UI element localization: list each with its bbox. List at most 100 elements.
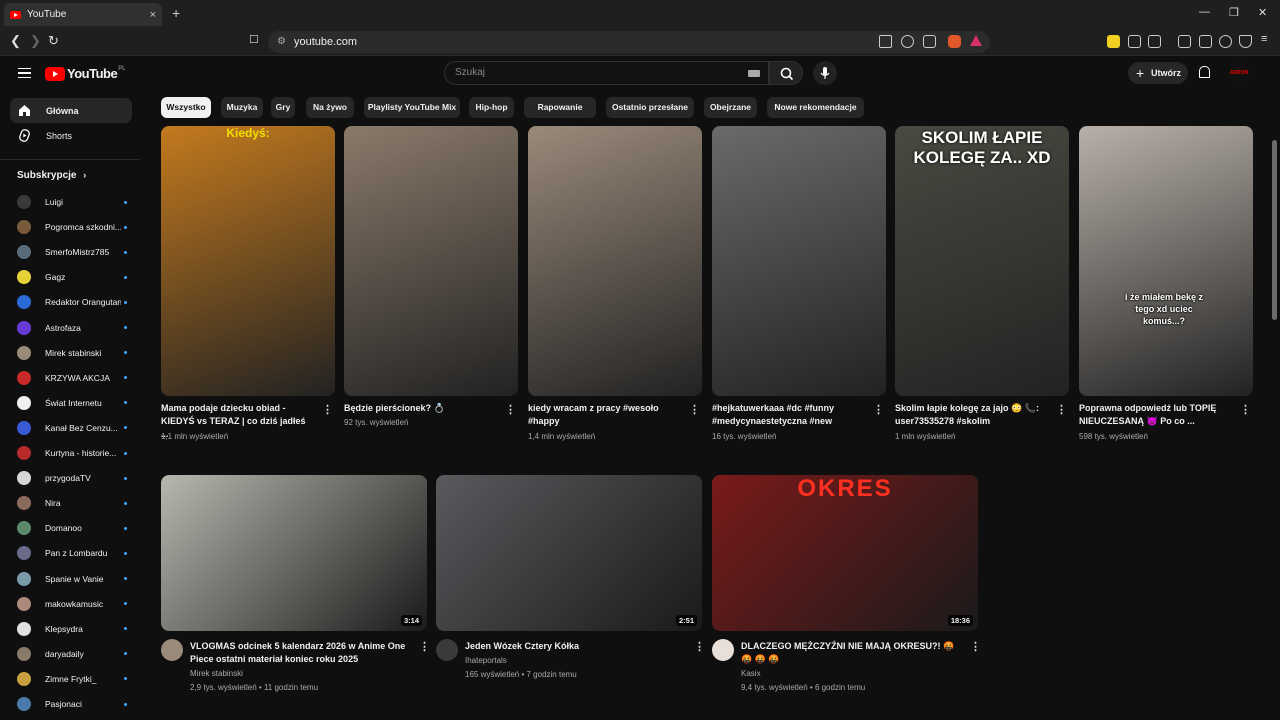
tab-close-icon[interactable]: ×: [150, 9, 156, 21]
new-tab-button[interactable]: +: [172, 5, 180, 21]
extensions-puzzle-icon[interactable]: [1128, 35, 1141, 48]
channel-avatar[interactable]: [436, 639, 458, 661]
forward-icon[interactable]: ❯: [30, 33, 41, 49]
subscription-item[interactable]: Gagz: [17, 267, 127, 287]
channel-name[interactable]: Mirek stabinski: [190, 667, 243, 681]
subscription-item[interactable]: Zimne Frytki_: [17, 669, 127, 689]
maximize-button[interactable]: ❐: [1229, 6, 1239, 19]
leo-ai-icon[interactable]: [1219, 35, 1232, 48]
keyboard-icon[interactable]: [748, 70, 760, 77]
chip-5[interactable]: Hip-hop: [469, 97, 514, 118]
chip-6[interactable]: Rapowanie: [524, 97, 596, 118]
chip-2[interactable]: Gry: [271, 97, 295, 118]
chip-1[interactable]: Muzyka: [221, 97, 263, 118]
video-title[interactable]: Jeden Wózek Cztery Kółka: [465, 640, 687, 653]
short-thumbnail[interactable]: [528, 126, 702, 396]
subscription-item[interactable]: Pasjonaci: [17, 694, 127, 714]
subscription-item[interactable]: Redaktor Orangutan: [17, 292, 127, 312]
more-options-icon[interactable]: ⋮: [1240, 405, 1251, 416]
sidebar-item-home[interactable]: Główna: [10, 98, 132, 123]
brave-shield-icon[interactable]: [948, 35, 961, 48]
subscription-item[interactable]: Luigi: [17, 192, 127, 212]
short-thumbnail[interactable]: SKOLIM ŁAPIE KOLEGĘ ZA.. XD: [895, 126, 1069, 396]
short-title[interactable]: Skolim łapie kolegę za jajo 😳 📞: user735…: [895, 402, 1045, 428]
scrollbar[interactable]: [1272, 140, 1277, 320]
extension-2-icon[interactable]: [1148, 35, 1161, 48]
vpn-shield-icon[interactable]: [1239, 35, 1252, 48]
short-thumbnail[interactable]: [712, 126, 886, 396]
subscription-item[interactable]: Kanał Bez Cenzu...: [17, 418, 127, 438]
subscriptions-heading[interactable]: Subskrypcje ›: [17, 170, 86, 181]
more-options-icon[interactable]: ⋮: [505, 405, 516, 416]
subscription-item[interactable]: makowkamusic: [17, 594, 127, 614]
subscription-item[interactable]: Domanoo: [17, 518, 127, 538]
more-options-icon[interactable]: ⋮: [419, 642, 430, 653]
short-thumbnail[interactable]: Kiedyś:: [161, 126, 335, 396]
bookmark-icon[interactable]: ☐: [249, 33, 259, 46]
chip-3[interactable]: Na żywo: [306, 97, 354, 118]
short-title[interactable]: kiedy wracam z pracy #wesoło #happy: [528, 402, 678, 428]
minimize-button[interactable]: —: [1199, 6, 1210, 18]
chip-9[interactable]: Nowe rekomendacje: [767, 97, 864, 118]
extension-icon[interactable]: [1107, 35, 1120, 48]
more-options-icon[interactable]: ⋮: [970, 642, 981, 653]
more-options-icon[interactable]: ⋮: [689, 405, 700, 416]
chip-4[interactable]: Playlisty YouTube Mix: [364, 97, 460, 118]
browser-tab[interactable]: YouTube ×: [4, 3, 162, 26]
subscription-item[interactable]: Astrofaza: [17, 318, 127, 338]
share-icon[interactable]: [923, 35, 936, 48]
video-thumbnail[interactable]: 3:14: [161, 475, 427, 631]
more-options-icon[interactable]: ⋮: [1056, 405, 1067, 416]
subscription-item[interactable]: Klepsydra: [17, 619, 127, 639]
youtube-logo[interactable]: YouTube PL: [45, 66, 126, 81]
menu-icon[interactable]: ≡: [1261, 33, 1267, 45]
search-button[interactable]: [769, 61, 803, 85]
chip-7[interactable]: Ostatnio przesłane: [606, 97, 694, 118]
short-thumbnail[interactable]: i że miałem bekę z tego xd uciec komuś..…: [1079, 126, 1253, 396]
more-options-icon[interactable]: ⋮: [873, 405, 884, 416]
subscription-item[interactable]: Świat Internetu: [17, 393, 127, 413]
create-button[interactable]: + Utwórz: [1128, 62, 1188, 84]
chip-0[interactable]: Wszystko: [161, 97, 211, 118]
zoom-icon[interactable]: [901, 35, 914, 48]
subscription-item[interactable]: daryadaily: [17, 644, 127, 664]
reload-icon[interactable]: ↻: [48, 33, 59, 49]
wallet-icon[interactable]: [1199, 35, 1212, 48]
subscription-item[interactable]: Pogromca szkodni...: [17, 217, 127, 237]
close-window-button[interactable]: ✕: [1258, 6, 1267, 19]
short-title[interactable]: Będzie pierścionek? 💍: [344, 402, 494, 415]
hamburger-menu-icon[interactable]: [18, 68, 31, 78]
subscription-item[interactable]: Nira: [17, 493, 127, 513]
short-thumbnail[interactable]: [344, 126, 518, 396]
subscription-item[interactable]: KRZYWA AKCJA: [17, 368, 127, 388]
channel-avatar[interactable]: [161, 639, 183, 661]
channel-avatar[interactable]: [712, 639, 734, 661]
notifications-bell-icon[interactable]: [1199, 66, 1210, 78]
subscription-item[interactable]: przygodaTV: [17, 468, 127, 488]
voice-search-button[interactable]: [813, 61, 837, 85]
subscription-item[interactable]: Spanie w Vanie: [17, 569, 127, 589]
channel-name[interactable]: Kasix: [741, 667, 761, 681]
chip-8[interactable]: Obejrzane: [704, 97, 757, 118]
short-title[interactable]: Poprawna odpowiedź lub TOPIĘ NIEUCZESANĄ…: [1079, 402, 1229, 428]
sidebar-toggle-icon[interactable]: [1178, 35, 1191, 48]
sidebar-item-shorts[interactable]: Shorts: [10, 123, 132, 148]
video-title[interactable]: DLACZEGO MĘŻCZYŹNI NIE MAJĄ OKRESU?! 🤬 🤬…: [741, 640, 963, 666]
video-thumbnail[interactable]: 2:51: [436, 475, 702, 631]
video-title[interactable]: VLOGMAS odcinek 5 kalendarz 2026 w Anime…: [190, 640, 412, 666]
subscription-item[interactable]: Kurtyna - historie...: [17, 443, 127, 463]
more-options-icon[interactable]: ⋮: [694, 642, 705, 653]
account-avatar[interactable]: ADRON: [1229, 63, 1249, 83]
search-input[interactable]: Szukaj: [444, 61, 769, 85]
video-thumbnail[interactable]: OKRES 18:36: [712, 475, 978, 631]
brave-rewards-icon[interactable]: [970, 35, 982, 46]
subscription-item[interactable]: Pan z Lombardu: [17, 543, 127, 563]
more-options-icon[interactable]: ⋮: [322, 405, 333, 416]
open-in-app-icon[interactable]: [879, 35, 892, 48]
subscription-item[interactable]: Mirek stabinski: [17, 343, 127, 363]
channel-name[interactable]: Ihateportals: [465, 654, 507, 668]
site-info-icon[interactable]: ⚙: [277, 31, 286, 53]
short-title[interactable]: #hejkatuwerkaaa #dc #funny #medycynaeste…: [712, 402, 862, 428]
subscription-item[interactable]: SmerfoMistrz785: [17, 242, 127, 262]
back-icon[interactable]: ❮: [10, 33, 21, 49]
